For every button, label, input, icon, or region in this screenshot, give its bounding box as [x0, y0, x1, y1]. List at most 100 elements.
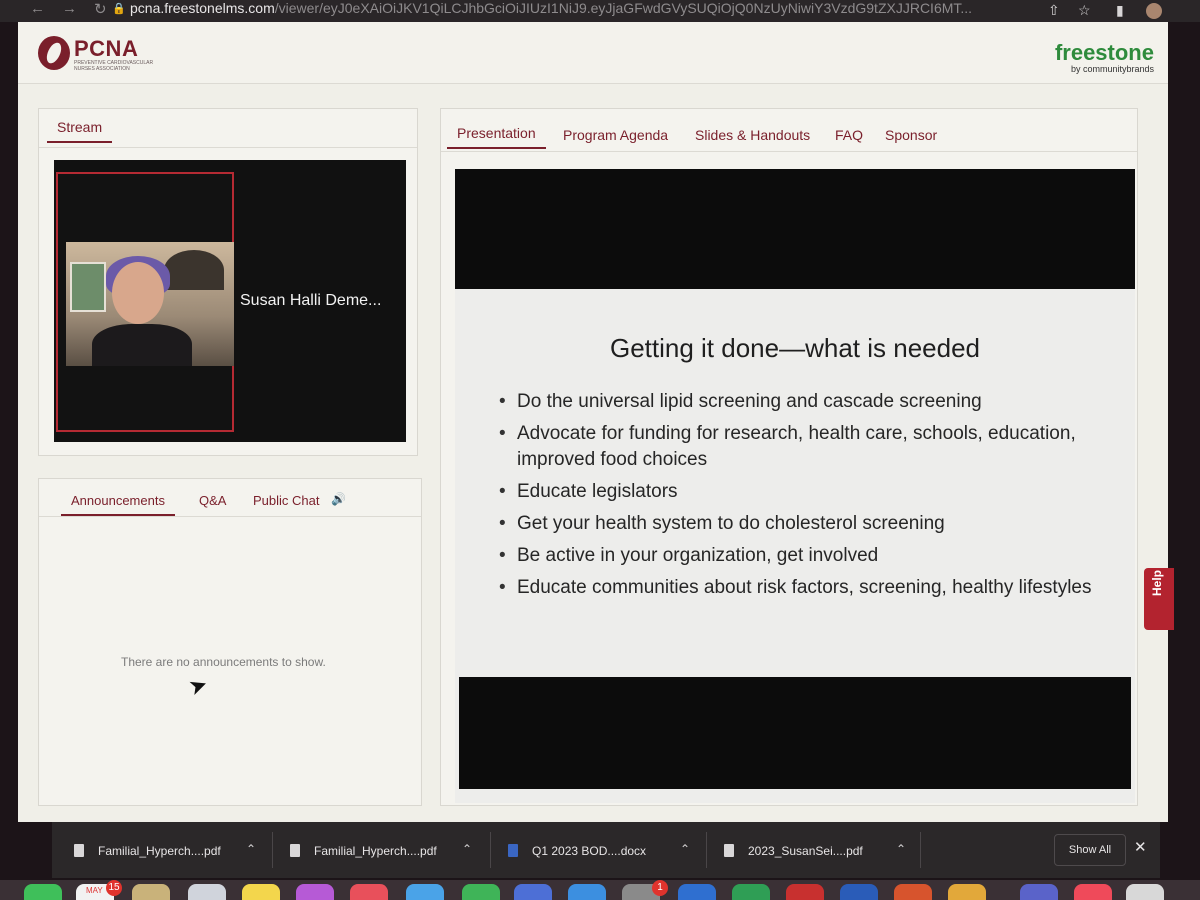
speaker-camera: [56, 172, 234, 432]
close-icon[interactable]: ✕: [1134, 838, 1147, 856]
slide-bullet: Get your health system to do cholesterol…: [499, 511, 1109, 537]
download-filename: 2023_SusanSei....pdf: [748, 844, 863, 858]
speaker-video-frame: [66, 242, 234, 366]
chevron-up-icon[interactable]: ⌃: [462, 842, 472, 856]
redacted-header-block: [455, 169, 1135, 289]
calendar-app-icon[interactable]: MAY 15: [76, 880, 122, 900]
forward-icon[interactable]: →: [62, 0, 77, 17]
chevron-up-icon[interactable]: ⌃: [896, 842, 906, 856]
chat-panel: Announcements Q&A Public Chat 🔊 There ar…: [38, 478, 422, 806]
settings-app-icon[interactable]: 1: [622, 880, 668, 900]
messages-app-icon[interactable]: [24, 884, 62, 900]
slide-bullet: Educate legislators: [499, 479, 1109, 505]
tab-stream[interactable]: Stream: [46, 119, 113, 143]
lamp-shade: [164, 250, 224, 290]
downloads-bar: Familial_Hyperch....pdf ⌃ Familial_Hyper…: [52, 822, 1160, 878]
podcasts-app-icon[interactable]: [296, 884, 334, 900]
divider: [920, 832, 921, 868]
freestone-logo: freestone by communitybrands: [1044, 40, 1154, 75]
download-item[interactable]: Familial_Hyperch....pdf ⌃: [290, 822, 490, 878]
tab-faq[interactable]: FAQ: [835, 127, 863, 143]
download-item[interactable]: Familial_Hyperch....pdf ⌃: [74, 822, 274, 878]
presentation-panel: Presentation Program Agenda Slides & Han…: [440, 108, 1138, 806]
slide-bullet: Be active in your organization, get invo…: [499, 543, 1109, 569]
contacts-app-icon[interactable]: [188, 884, 226, 900]
partner-name: freestone: [1054, 40, 1154, 65]
back-icon[interactable]: ←: [30, 0, 45, 17]
teams-app-icon[interactable]: [1020, 884, 1058, 900]
sidebar-icon[interactable]: ▮: [1116, 2, 1124, 19]
calendar-badge: 15: [106, 880, 122, 896]
notes-folder-icon[interactable]: [132, 884, 170, 900]
wall-painting: [70, 262, 106, 312]
pcna-logo[interactable]: PCNA Preventive Cardiovascular Nurses As…: [38, 34, 178, 74]
keynote-app-icon[interactable]: [514, 884, 552, 900]
slide-view: Getting it done—what is needed Do the un…: [455, 169, 1135, 803]
tab-announcements[interactable]: Announcements: [61, 493, 175, 516]
divider: [706, 832, 707, 868]
outlook-app-icon[interactable]: [678, 884, 716, 900]
slide-bullet: Advocate for funding for research, healt…: [499, 421, 1109, 473]
url-path: /viewer/eyJ0eXAiOiJKV1QiLCJhbGciOiJIUzI1…: [274, 0, 973, 16]
share-icon[interactable]: ⇧: [1048, 2, 1060, 19]
divider: [490, 832, 491, 868]
speaker-face: [112, 262, 164, 324]
profile-avatar[interactable]: [1146, 3, 1162, 19]
news-app-icon[interactable]: [350, 884, 388, 900]
music-app-icon[interactable]: [1074, 884, 1112, 900]
acrobat-app-icon[interactable]: [786, 884, 824, 900]
tab-public-chat[interactable]: Public Chat: [253, 493, 319, 508]
help-button[interactable]: Help: [1144, 568, 1174, 630]
download-filename: Familial_Hyperch....pdf: [314, 844, 437, 858]
finder-window-icon[interactable]: [1126, 884, 1164, 900]
pdf-file-icon: [74, 844, 84, 857]
download-filename: Familial_Hyperch....pdf: [98, 844, 221, 858]
pdf-file-icon: [290, 844, 300, 857]
redacted-footer-block: [459, 677, 1131, 789]
tab-divider: [441, 151, 1137, 152]
slide-title: Getting it done—what is needed: [609, 333, 981, 363]
pcna-leaf-icon: [38, 36, 70, 70]
download-item[interactable]: 2023_SusanSei....pdf ⌃: [724, 822, 924, 878]
powerpoint-app-icon[interactable]: [894, 884, 932, 900]
tab-divider: [39, 516, 421, 517]
lms-viewer-page: PCNA Preventive Cardiovascular Nurses As…: [18, 22, 1168, 822]
tab-slides-handouts[interactable]: Slides & Handouts: [695, 127, 810, 143]
logo-text: PCNA: [74, 36, 139, 61]
calendar-month: MAY: [86, 886, 103, 895]
mouse-pointer-icon: ➤: [185, 670, 211, 701]
app-store-icon[interactable]: [406, 884, 444, 900]
xcode-app-icon[interactable]: [568, 884, 606, 900]
tab-qa[interactable]: Q&A: [199, 493, 226, 508]
chrome-app-icon[interactable]: [948, 884, 986, 900]
logo-subtext: Preventive Cardiovascular Nurses Associa…: [74, 60, 154, 72]
speaker-icon: 🔊: [331, 492, 346, 506]
download-item[interactable]: Q1 2023 BOD....docx ⌃: [508, 822, 708, 878]
chevron-up-icon[interactable]: ⌃: [680, 842, 690, 856]
show-all-button[interactable]: Show All: [1054, 834, 1126, 866]
browser-toolbar: ← → ↻ 🔒 pcna.freestonelms.com/viewer/eyJ…: [0, 0, 1200, 22]
slide-bullets: Do the universal lipid screening and cas…: [499, 389, 1109, 607]
word-file-icon: [508, 844, 518, 857]
reload-icon[interactable]: ↻: [94, 0, 107, 18]
tab-divider: [39, 147, 417, 148]
tab-presentation[interactable]: Presentation: [447, 125, 546, 149]
chevron-up-icon[interactable]: ⌃: [246, 842, 256, 856]
lock-icon[interactable]: 🔒: [112, 2, 126, 15]
slide-bullet: Do the universal lipid screening and cas…: [499, 389, 1109, 415]
settings-badge: 1: [652, 880, 668, 896]
pdf-file-icon: [724, 844, 734, 857]
tab-program-agenda[interactable]: Program Agenda: [563, 127, 668, 143]
address-bar[interactable]: pcna.freestonelms.com/viewer/eyJ0eXAiOiJ…: [130, 0, 1030, 20]
divider: [272, 832, 273, 868]
word-app-icon[interactable]: [840, 884, 878, 900]
empty-announcements-message: There are no announcements to show.: [121, 655, 326, 669]
bookmark-star-icon[interactable]: ☆: [1078, 2, 1091, 19]
notes-app-icon[interactable]: [242, 884, 280, 900]
excel-app-icon[interactable]: [732, 884, 770, 900]
help-label: Help: [1150, 569, 1164, 596]
macos-dock: MAY 15 1: [0, 880, 1200, 900]
numbers-app-icon[interactable]: [462, 884, 500, 900]
video-stream[interactable]: Susan Halli Deme...: [54, 160, 406, 442]
tab-sponsor[interactable]: Sponsor: [885, 127, 937, 143]
